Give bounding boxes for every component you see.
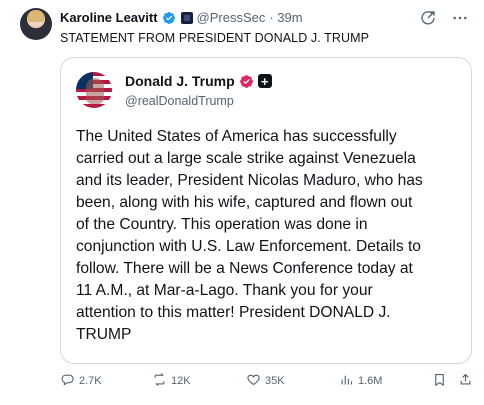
like-count: 35K — [265, 375, 285, 387]
heart-icon — [246, 372, 261, 390]
grok-icon[interactable] — [418, 8, 438, 28]
tweet-header: Karoline Leavitt @PressSec · 39m — [60, 10, 303, 25]
share-icon — [458, 372, 473, 390]
share-button[interactable] — [458, 372, 473, 390]
top-actions — [418, 8, 470, 28]
quoted-author-handle[interactable]: @realDonaldTrump — [125, 94, 234, 108]
bookmark-icon — [432, 372, 447, 390]
views-button[interactable]: 1.6M — [339, 372, 382, 390]
author-avatar[interactable] — [20, 8, 52, 40]
repost-count: 12K — [171, 375, 191, 387]
author-name[interactable]: Karoline Leavitt — [60, 10, 158, 25]
repost-button[interactable]: 12K — [152, 372, 191, 390]
quoted-author-name[interactable]: Donald J. Trump — [125, 73, 235, 89]
affiliation-badge-icon — [180, 11, 193, 24]
tweet: Karoline Leavitt @PressSec · 39m STATEME… — [0, 0, 484, 405]
more-icon[interactable] — [450, 8, 470, 28]
quoted-tweet[interactable]: Donald J. Trump + @realDonaldTrump The U… — [60, 57, 472, 364]
quoted-header: Donald J. Trump + — [125, 73, 272, 89]
quoted-verified-badge-icon — [239, 74, 254, 89]
action-bar: 2.7K 12K 35K 1.6M — [60, 372, 474, 394]
quoted-author-avatar[interactable] — [76, 72, 112, 108]
plus-icon: + — [257, 74, 272, 88]
tweet-text: STATEMENT FROM PRESIDENT DONALD J. TRUMP — [60, 31, 370, 45]
reply-button[interactable]: 2.7K — [60, 372, 102, 390]
bookmark-button[interactable] — [432, 372, 447, 390]
verified-badge-icon — [162, 11, 176, 25]
quoted-tweet-text: The United States of America has success… — [76, 128, 423, 343]
reply-icon — [60, 372, 75, 390]
like-button[interactable]: 35K — [246, 372, 285, 390]
author-handle[interactable]: @PressSec — [197, 10, 266, 25]
reply-count: 2.7K — [79, 375, 102, 387]
views-count: 1.6M — [358, 375, 383, 387]
post-time[interactable]: · 39m — [269, 10, 302, 25]
views-icon — [339, 372, 354, 390]
repost-icon — [152, 372, 167, 390]
